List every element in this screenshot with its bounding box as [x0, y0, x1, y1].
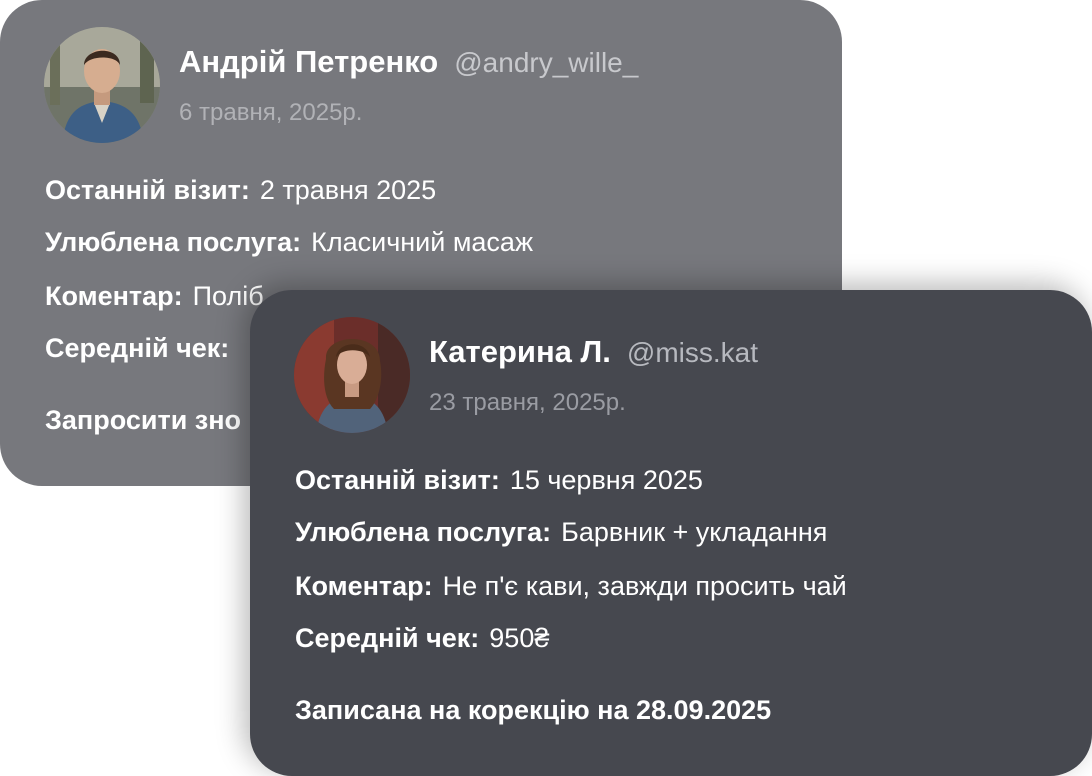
- name-row: Катерина Л. @miss.kat: [429, 334, 758, 370]
- client-cards-stage: Андрій Петренко @andry_wille_ 6 травня, 2…: [0, 0, 1092, 776]
- card-footer-action[interactable]: Запросити зно: [45, 405, 241, 436]
- field-average-check: Середній чек:: [45, 333, 239, 364]
- field-last-visit: Останній візит: 2 травня 2025: [45, 175, 436, 206]
- field-value: Класичний масаж: [311, 227, 534, 257]
- field-label: Улюблена послуга:: [45, 227, 302, 257]
- client-card-kateryna[interactable]: Катерина Л. @miss.kat 23 травня, 2025р. О…: [250, 290, 1092, 776]
- field-value: Поліб: [192, 281, 264, 311]
- avatar-photo-man: [44, 27, 160, 143]
- field-label: Коментар:: [295, 571, 433, 601]
- client-handle[interactable]: @andry_wille_: [454, 47, 638, 78]
- field-label: Середній чек:: [45, 333, 230, 363]
- client-name: Андрій Петренко: [179, 44, 439, 79]
- field-label: Улюблена послуга:: [295, 517, 552, 547]
- field-value: 2 травня 2025: [259, 175, 437, 205]
- field-label: Середній чек:: [295, 623, 480, 653]
- field-comment: Коментар: Поліб: [45, 281, 264, 312]
- card-footer-status: Записана на корекцію на 28.09.2025: [295, 695, 772, 725]
- client-handle[interactable]: @miss.kat: [627, 337, 758, 368]
- field-value: Не п'є кави, завжди просить чай: [442, 571, 847, 601]
- field-favorite-service: Улюблена послуга: Барвник + укладання: [295, 517, 827, 548]
- field-average-check: Середній чек: 950₴: [295, 623, 549, 654]
- field-favorite-service: Улюблена послуга: Класичний масаж: [45, 227, 533, 258]
- field-value: 15 червня 2025: [509, 465, 703, 495]
- card-date: 6 травня, 2025р.: [179, 99, 363, 126]
- client-name: Катерина Л.: [429, 334, 611, 369]
- name-row: Андрій Петренко @andry_wille_: [179, 44, 638, 80]
- field-value: 950₴: [489, 623, 550, 653]
- field-label: Останній візит:: [295, 465, 500, 495]
- card-date: 23 травня, 2025р.: [429, 389, 626, 416]
- avatar: [294, 317, 410, 433]
- avatar: [44, 27, 160, 143]
- field-comment: Коментар: Не п'є кави, завжди просить чай: [295, 571, 847, 602]
- field-value: Барвник + укладання: [561, 517, 828, 547]
- avatar-photo-woman: [294, 317, 410, 433]
- field-label: Коментар:: [45, 281, 183, 311]
- field-last-visit: Останній візит: 15 червня 2025: [295, 465, 703, 496]
- field-label: Останній візит:: [45, 175, 250, 205]
